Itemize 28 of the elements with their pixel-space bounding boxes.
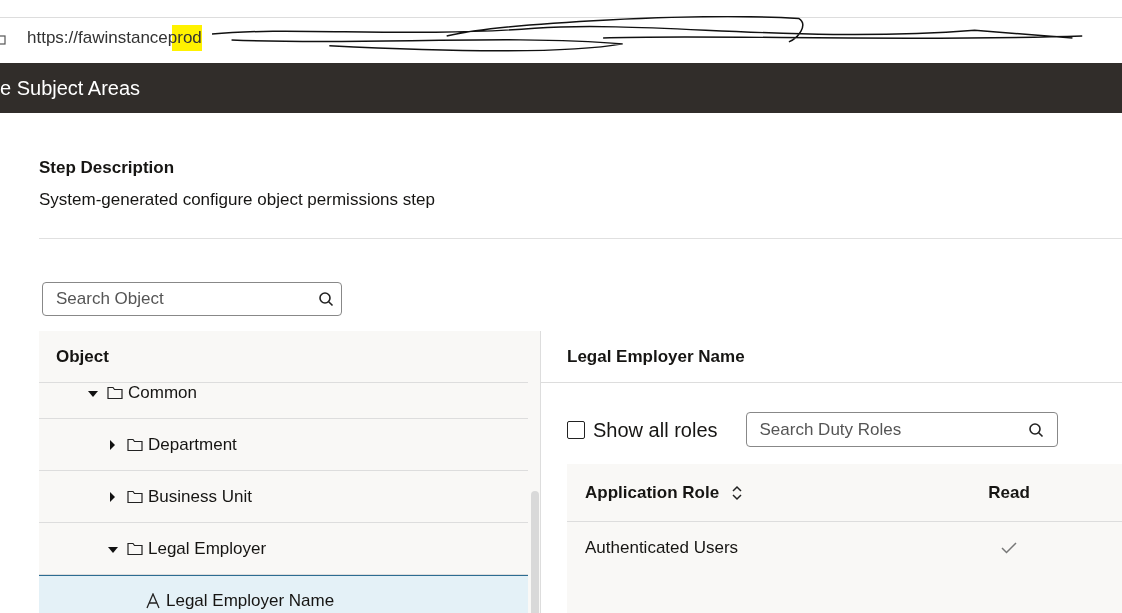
tree-item-label: Legal Employer: [148, 537, 267, 560]
search-icon: [1027, 422, 1044, 438]
column-heading: Object: [56, 345, 109, 368]
tree-item[interactable]: Department: [39, 419, 528, 471]
tree-item[interactable]: Legal Employer Name: [39, 575, 528, 613]
table-cell-text: Authenticated Users: [584, 537, 740, 560]
sort-icon[interactable]: [731, 484, 744, 501]
folder-icon: [127, 541, 143, 556]
tree-item[interactable]: Business Unit: [39, 471, 528, 523]
text-attribute-icon: [145, 593, 161, 609]
page-title: e Subject Areas: [0, 76, 141, 101]
folder-icon: [127, 437, 143, 452]
object-search-field[interactable]: Search Object: [42, 282, 342, 316]
column-header[interactable]: Application Role: [585, 479, 720, 506]
detail-title: Legal Employer Name: [567, 345, 745, 368]
tree-item-label: Business Unit: [148, 485, 252, 508]
step-description: System-generated configure object permissions step: [39, 188, 436, 211]
duty-roles-search-field[interactable]: Search Duty Roles: [745, 412, 1058, 447]
tree-item-label: Legal Employer Name: [166, 590, 335, 613]
folder-icon: [107, 385, 123, 400]
tree-item-label: Common: [128, 383, 197, 404]
tree-item[interactable]: Common: [39, 383, 528, 419]
folder-icon: [127, 489, 143, 504]
column-header: Read: [988, 481, 1030, 504]
show-all-roles-checkbox[interactable]: Show all roles: [567, 414, 718, 445]
search-icon: [318, 291, 334, 307]
step-heading: Step Description: [39, 157, 176, 179]
tree-item-label: Department: [148, 433, 237, 456]
